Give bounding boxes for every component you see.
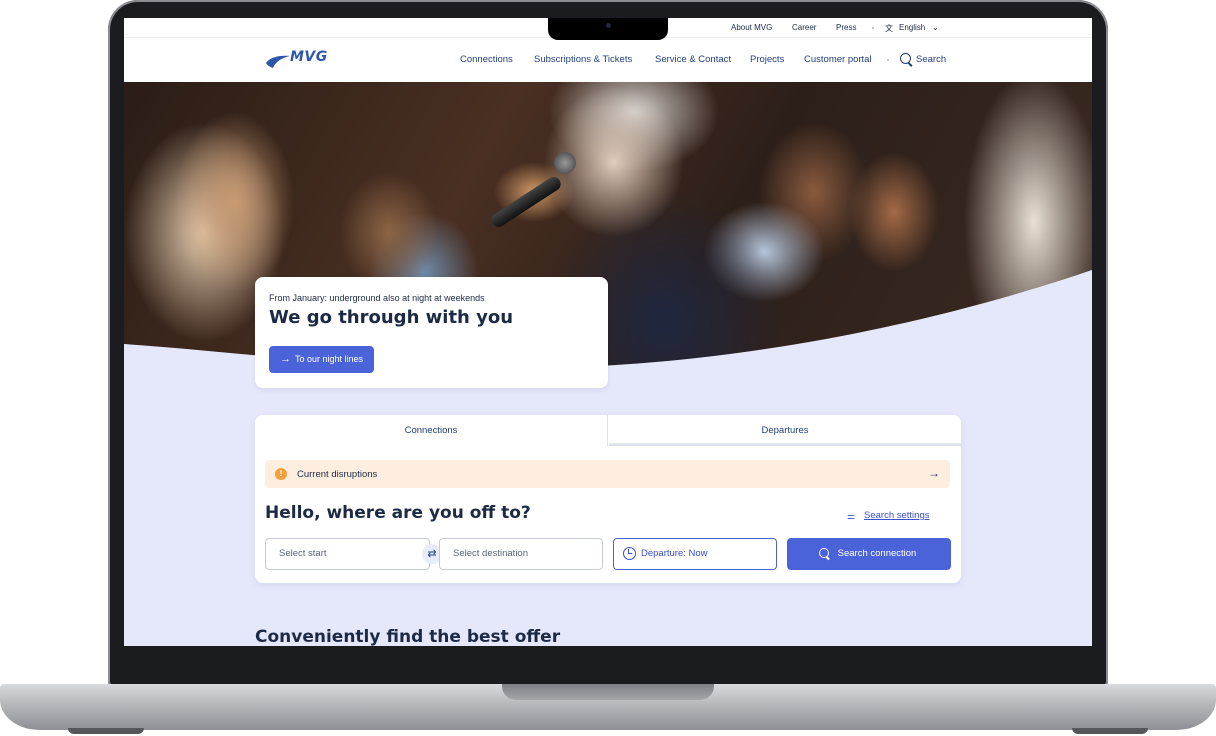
- promo-title: We go through with you: [269, 307, 514, 328]
- laptop-chin: [114, 646, 1102, 682]
- promo-kicker: From January: underground also at night …: [269, 293, 485, 303]
- search-settings-label: Search settings: [864, 510, 930, 521]
- translate-icon: 文: [885, 24, 893, 33]
- tab-departures[interactable]: Departures: [609, 415, 961, 446]
- disruptions-label: Current disruptions: [297, 469, 378, 480]
- main-nav: MVG Connections Subscriptions & Tickets …: [124, 38, 1092, 82]
- screen: About MVG Career Press 文 English ⌄ MVG C…: [124, 18, 1092, 646]
- chevron-down-icon: ⌄: [932, 23, 939, 32]
- nav-subscriptions-tickets[interactable]: Subscriptions & Tickets: [534, 54, 632, 65]
- search-icon: [819, 548, 829, 558]
- language-selector[interactable]: English: [899, 23, 925, 32]
- tab-connections[interactable]: Connections: [255, 415, 608, 446]
- about-link[interactable]: About MVG: [731, 23, 772, 32]
- nav-search[interactable]: Search: [916, 54, 946, 65]
- night-lines-label: To our night lines: [295, 354, 364, 364]
- laptop-base-notch: [502, 684, 714, 700]
- laptop-foot-left: [68, 728, 144, 734]
- career-link[interactable]: Career: [792, 23, 816, 32]
- warning-icon: !: [275, 468, 287, 480]
- separator-dot: [872, 27, 874, 29]
- departure-label: Departure: Now: [641, 548, 708, 559]
- laptop-foot-right: [1072, 728, 1148, 734]
- nav-projects[interactable]: Projects: [750, 54, 784, 65]
- clock-icon: [623, 547, 636, 560]
- sliders-icon: ⚌: [847, 511, 856, 521]
- disruptions-banner[interactable]: ! Current disruptions →: [265, 460, 950, 488]
- departure-time-selector[interactable]: Departure: Now: [613, 538, 777, 570]
- search-connection-button[interactable]: Search connection: [787, 538, 951, 570]
- search-icon[interactable]: [900, 53, 911, 64]
- nav-service-contact[interactable]: Service & Contact: [655, 54, 731, 65]
- nav-customer-portal[interactable]: Customer portal: [804, 54, 872, 65]
- night-lines-button[interactable]: → To our night lines: [269, 346, 375, 373]
- start-field[interactable]: Select start: [265, 538, 430, 570]
- mvg-logo-icon[interactable]: [264, 53, 292, 71]
- planner-heading: Hello, where are you off to?: [265, 503, 531, 523]
- camera-notch: [548, 18, 668, 40]
- search-settings-link[interactable]: ⚌ Search settings: [847, 510, 930, 521]
- logo-wordmark[interactable]: MVG: [290, 49, 328, 65]
- offer-heading: Conveniently find the best offer: [255, 627, 561, 646]
- arrow-right-icon: →: [928, 466, 940, 480]
- press-link[interactable]: Press: [836, 23, 856, 32]
- arrow-right-icon: →: [280, 353, 291, 365]
- separator-dot: [887, 59, 889, 61]
- promo-card: From January: underground also at night …: [255, 277, 608, 388]
- destination-field[interactable]: Select destination: [439, 538, 603, 570]
- journey-planner: Connections Departures ! Current disrupt…: [255, 415, 961, 583]
- camera-icon: [606, 23, 611, 28]
- nav-connections[interactable]: Connections: [460, 54, 513, 65]
- hero: From January: underground also at night …: [124, 82, 1092, 646]
- search-connection-label: Search connection: [837, 548, 917, 559]
